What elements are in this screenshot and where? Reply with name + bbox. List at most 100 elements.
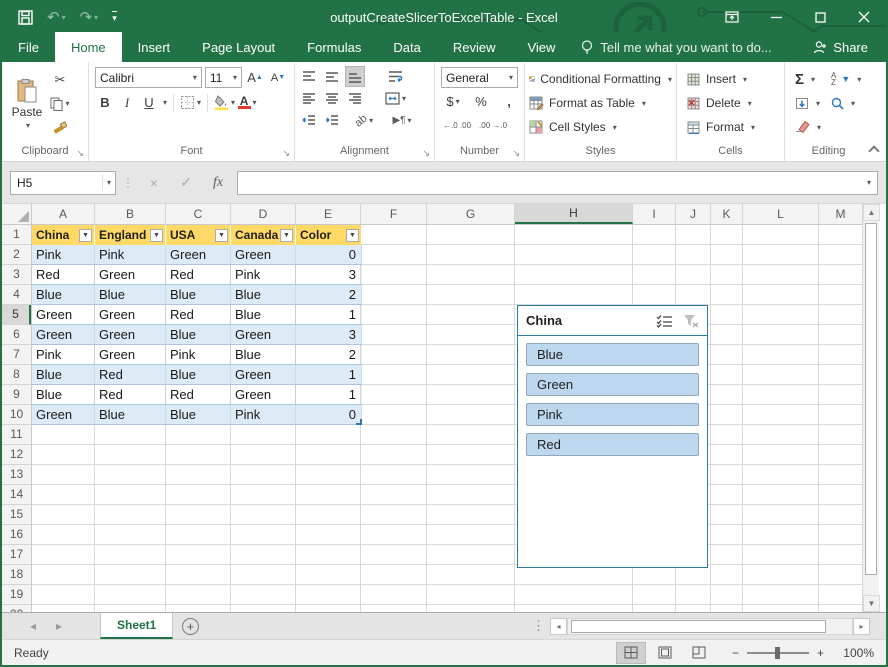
scroll-up-arrow[interactable]: ▲ [863, 204, 880, 221]
horizontal-scroll-track[interactable] [567, 618, 853, 635]
insert-cells-button[interactable]: Insert▾ [687, 68, 780, 90]
slicer-item-green[interactable]: Green [526, 373, 699, 396]
font-size-combo[interactable]: 11▾ [205, 67, 242, 88]
grow-font-button[interactable]: A▲ [245, 67, 265, 88]
paste-button[interactable]: Paste ▾ [4, 65, 50, 144]
conditional-formatting-button[interactable]: Conditional Formatting▾ [529, 68, 672, 90]
row-header-19[interactable]: 19 [2, 585, 31, 605]
zoom-out-button[interactable]: − [732, 646, 739, 660]
col-header-c[interactable]: C [166, 204, 231, 224]
decrease-decimal-button[interactable]: .00 →.0 [479, 115, 507, 136]
scroll-down-arrow[interactable]: ▼ [863, 595, 880, 612]
number-dialog-launcher[interactable]: ↘ [512, 146, 520, 161]
normal-view-button[interactable] [616, 642, 646, 664]
comma-format-button[interactable]: , [499, 91, 519, 112]
share-button[interactable]: Share [795, 32, 886, 62]
fill-button[interactable]: ▾ [795, 92, 821, 114]
tell-me-box[interactable]: Tell me what you want to do... [571, 32, 781, 62]
font-name-combo[interactable]: Calibri▾ [95, 67, 202, 88]
table-resize-handle[interactable] [356, 419, 362, 425]
row-header-20[interactable]: 20 [2, 605, 31, 612]
filter-dropdown-icon[interactable]: ▼ [150, 229, 163, 242]
col-header-i[interactable]: I [633, 204, 676, 224]
table-row[interactable]: BlueBlueBlueBlue2 [32, 285, 362, 305]
col-header-a[interactable]: A [32, 204, 95, 224]
text-direction-button[interactable]: ▶¶▾ [392, 110, 412, 131]
currency-format-button[interactable]: $▾ [443, 91, 463, 112]
slicer-china[interactable]: China Blue Green Pink Red [517, 305, 708, 568]
top-align-button[interactable] [299, 66, 319, 87]
table-header-china[interactable]: China▼ [32, 225, 95, 245]
tab-view[interactable]: View [511, 32, 571, 62]
borders-button[interactable]: ▾ [180, 92, 201, 113]
align-right-button[interactable] [345, 88, 365, 109]
percent-format-button[interactable]: % [471, 91, 491, 112]
row-header-11[interactable]: 11 [2, 425, 31, 445]
vertical-scroll-thumb[interactable] [865, 223, 877, 575]
sheet-tab-sheet1[interactable]: Sheet1 [100, 613, 173, 639]
col-header-g[interactable]: G [427, 204, 515, 224]
row-header-6[interactable]: 6 [2, 325, 31, 345]
clear-filter-icon[interactable] [683, 314, 699, 328]
orientation-button[interactable]: ab▾ [354, 110, 374, 131]
increase-decimal-button[interactable]: ←.0 .00 [443, 115, 471, 136]
row-header-7[interactable]: 7 [2, 345, 31, 365]
autosum-button[interactable]: Σ▾ [795, 68, 821, 90]
row-header-15[interactable]: 15 [2, 505, 31, 525]
row-header-10[interactable]: 10 [2, 405, 31, 425]
font-dialog-launcher[interactable]: ↘ [282, 146, 290, 161]
formula-input[interactable]: ▾ [237, 171, 878, 195]
slicer-item-pink[interactable]: Pink [526, 403, 699, 426]
customize-qat-button[interactable]: ▾ [112, 11, 117, 24]
cut-button[interactable]: ✂ [50, 69, 70, 90]
increase-indent-button[interactable] [322, 110, 342, 131]
col-header-m[interactable]: M [819, 204, 862, 224]
row-header-3[interactable]: 3 [2, 265, 31, 285]
expand-formula-bar-button[interactable]: ▾ [867, 178, 871, 187]
row-header-12[interactable]: 12 [2, 445, 31, 465]
alignment-dialog-launcher[interactable]: ↘ [422, 146, 430, 161]
number-format-combo[interactable]: General▾ [441, 67, 518, 88]
format-cells-button[interactable]: Format▾ [687, 116, 780, 138]
decrease-indent-button[interactable] [299, 110, 319, 131]
cell-styles-button[interactable]: Cell Styles▾ [529, 116, 672, 138]
align-left-button[interactable] [299, 88, 319, 109]
italic-button[interactable]: I [117, 92, 137, 113]
save-button[interactable] [18, 10, 33, 25]
table-row[interactable]: PinkPinkGreenGreen0 [32, 245, 362, 265]
table-row[interactable]: RedGreenRedPink3 [32, 265, 362, 285]
tab-data[interactable]: Data [377, 32, 436, 62]
table-header-usa[interactable]: USA▼ [166, 225, 231, 245]
col-header-d[interactable]: D [231, 204, 296, 224]
table-row[interactable]: PinkGreenPinkBlue2 [32, 345, 362, 365]
col-header-k[interactable]: K [711, 204, 743, 224]
filter-dropdown-icon[interactable]: ▼ [79, 229, 92, 242]
fill-color-button[interactable]: ▾ [214, 92, 235, 113]
tab-page-layout[interactable]: Page Layout [186, 32, 291, 62]
zoom-slider[interactable] [747, 652, 809, 654]
formula-bar-splitter[interactable]: ⋮ [122, 176, 135, 190]
table-header-canada[interactable]: Canada▼ [231, 225, 296, 245]
slicer-item-blue[interactable]: Blue [526, 343, 699, 366]
middle-align-button[interactable] [322, 66, 342, 87]
col-header-e[interactable]: E [296, 204, 361, 224]
next-sheet-arrow[interactable]: ▸ [46, 613, 72, 639]
tab-review[interactable]: Review [437, 32, 512, 62]
col-header-h-selected[interactable]: H [515, 204, 633, 224]
redo-button[interactable]: ↷▾ [80, 8, 99, 26]
row-header-4[interactable]: 4 [2, 285, 31, 305]
sort-filter-button[interactable]: AZ▼▾ [831, 68, 861, 90]
copy-button[interactable]: ▾ [50, 93, 70, 114]
horizontal-scrollbar[interactable]: ◂ ▸ [550, 617, 870, 635]
filter-dropdown-icon[interactable]: ▼ [346, 229, 359, 242]
slicer-item-red[interactable]: Red [526, 433, 699, 456]
table-row[interactable]: GreenBlueBluePink0 [32, 405, 362, 425]
zoom-in-button[interactable]: + [817, 646, 824, 660]
row-header-13[interactable]: 13 [2, 465, 31, 485]
bold-button[interactable]: B [95, 92, 115, 113]
scroll-left-arrow[interactable]: ◂ [550, 618, 567, 635]
wrap-text-button[interactable] [385, 66, 405, 87]
bottom-align-button[interactable] [345, 66, 365, 87]
clipboard-dialog-launcher[interactable]: ↘ [76, 146, 84, 161]
col-header-l[interactable]: L [743, 204, 819, 224]
